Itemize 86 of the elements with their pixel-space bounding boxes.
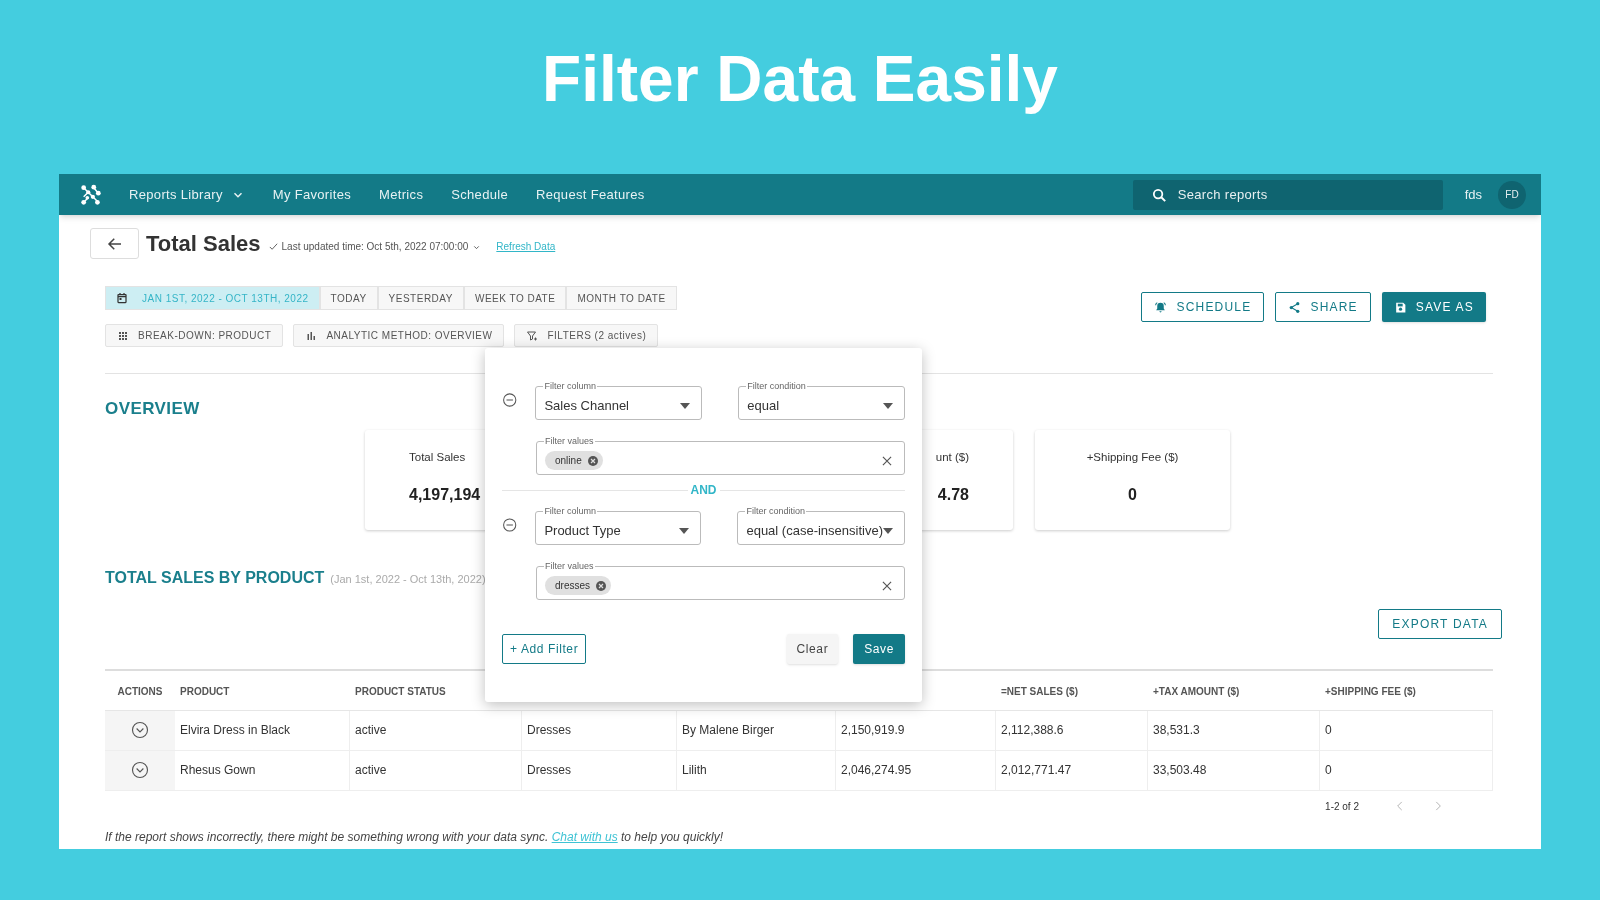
caret-down-icon (680, 402, 691, 409)
table-cell-text: Elvira Dress in Black (180, 722, 291, 739)
nav-link[interactable]: Reports Library (129, 184, 245, 205)
table-cell-text: By Malene Birger (682, 722, 775, 739)
table-cell-text: active (355, 722, 387, 739)
save-button[interactable]: SAVE AS (1381, 292, 1486, 322)
date-range-button[interactable]: WEEK TO DATE (463, 286, 567, 310)
pagination-range: 1-2 of 2 (1325, 799, 1359, 814)
table-cell-text: 0 (1325, 722, 1332, 739)
metric-value: 4.78 (937, 484, 969, 505)
back-button[interactable] (90, 228, 139, 259)
values-field[interactable]: Filter values dresses (536, 560, 905, 600)
last-updated-text: Last updated time: Oct 5th, 2022 07:00:00 (281, 240, 469, 254)
table-cell-text: Dresses (527, 762, 571, 779)
caret-down-icon (883, 402, 893, 409)
dropdown-field[interactable]: Filter column Product Type (535, 505, 702, 545)
metric-value: 4,197,194 (409, 484, 481, 505)
table-cell-text: Dresses (527, 722, 571, 739)
add-filter-button[interactable]: + Add Filter (502, 634, 587, 664)
export-data-button[interactable]: EXPORT DATA (1378, 608, 1502, 639)
table-cell-text: 38,531.3 (1153, 722, 1200, 739)
metric-label: +Shipping Fee ($) (1086, 449, 1179, 465)
nav-link[interactable]: My Favorites (272, 184, 352, 205)
nav-link[interactable]: Request Features (536, 184, 645, 205)
bell-icon (1154, 300, 1168, 314)
metric-label: unt ($) (935, 449, 969, 465)
logo-icon[interactable] (80, 183, 102, 206)
table-cell-text: Lilith (682, 762, 707, 779)
section-heading: OVERVIEW (105, 398, 200, 420)
page-title: Total Sales (146, 230, 261, 258)
column-header: +SHIPPING FEE ($) (1325, 686, 1416, 697)
bar-chart-icon (305, 329, 318, 342)
minus-circle-icon[interactable] (502, 392, 518, 408)
column-header: +TAX AMOUNT ($) (1153, 686, 1240, 697)
table-cell-text: 2,046,274.95 (841, 762, 912, 779)
column-header: =NET SALES ($) (1001, 686, 1078, 697)
metric-label: Total Sales (409, 449, 466, 465)
table-cell-text: 2,150,919.9 (841, 722, 905, 739)
footer-note: If the report shows incorrectly, there might be something wrong with your data sync. Chat with us to help you quickly! (105, 828, 725, 846)
caret-down-icon (883, 527, 893, 534)
check-icon (267, 241, 279, 252)
expand-icon[interactable] (131, 721, 149, 739)
save-button[interactable]: Save (853, 634, 905, 664)
nav-link[interactable]: Metrics (379, 184, 424, 205)
dropdown-field[interactable]: Filter column Sales Channel (535, 380, 703, 420)
option-button[interactable]: FILTERS (2 actives) (514, 324, 659, 347)
table-cell-text: 2,112,388.6 (1001, 722, 1064, 739)
search-field[interactable]: Search reports (1132, 179, 1443, 210)
column-header: PRODUCT (180, 686, 230, 697)
table-cell-text: Rhesus Gown (180, 762, 256, 779)
option-button[interactable]: BREAK-DOWN: PRODUCT (105, 324, 284, 347)
option-button[interactable]: ANALYTIC METHOD: OVERVIEW (293, 324, 505, 347)
remove-icon (586, 454, 599, 467)
table-cell-text: 0 (1325, 762, 1332, 779)
date-range-text: (Jan 1st, 2022 - Oct 13th, 2022) (330, 571, 486, 587)
calendar-icon (116, 292, 128, 304)
table-cell-text: 2,012,771.47 (1001, 762, 1072, 779)
values-field[interactable]: Filter values online (536, 435, 905, 475)
remove-icon (595, 579, 607, 592)
caret-down-icon (679, 527, 690, 534)
section-heading: TOTAL SALES BY PRODUCT (105, 567, 325, 588)
table-cell-text: 33,503.48 (1153, 762, 1207, 779)
table-cell-text: active (355, 762, 387, 779)
dropdown-field[interactable]: Filter condition equal (case-insensitive) (737, 505, 905, 545)
column-header: ACTIONS (117, 686, 163, 697)
metric-value: 0 (1128, 484, 1137, 505)
column-header: PRODUCT STATUS (355, 686, 446, 697)
value-chip[interactable]: dresses (545, 576, 611, 595)
expand-icon[interactable] (131, 761, 149, 779)
clear-button[interactable]: Clear (786, 634, 839, 664)
date-range-button[interactable]: TODAY (319, 286, 378, 310)
value-chip[interactable]: online (545, 451, 603, 470)
search-icon (1150, 186, 1168, 204)
page-headline: Filter Data Easily (542, 42, 1058, 117)
date-range-button[interactable]: MONTH TO DATE (566, 286, 677, 310)
date-range-button[interactable]: YESTERDAY (377, 286, 464, 310)
user-name: fds (1464, 185, 1482, 204)
filter-icon (526, 329, 539, 342)
grid-icon (117, 329, 129, 342)
minus-circle-icon[interactable] (502, 517, 518, 533)
share-icon (1288, 300, 1302, 314)
dropdown-field[interactable]: Filter condition equal (738, 380, 905, 420)
share-button[interactable]: SHARE (1275, 292, 1371, 322)
nav-link[interactable]: Schedule (451, 184, 509, 205)
schedule-button[interactable]: SCHEDULE (1141, 292, 1265, 322)
user-avatar[interactable]: FD (1498, 180, 1526, 209)
